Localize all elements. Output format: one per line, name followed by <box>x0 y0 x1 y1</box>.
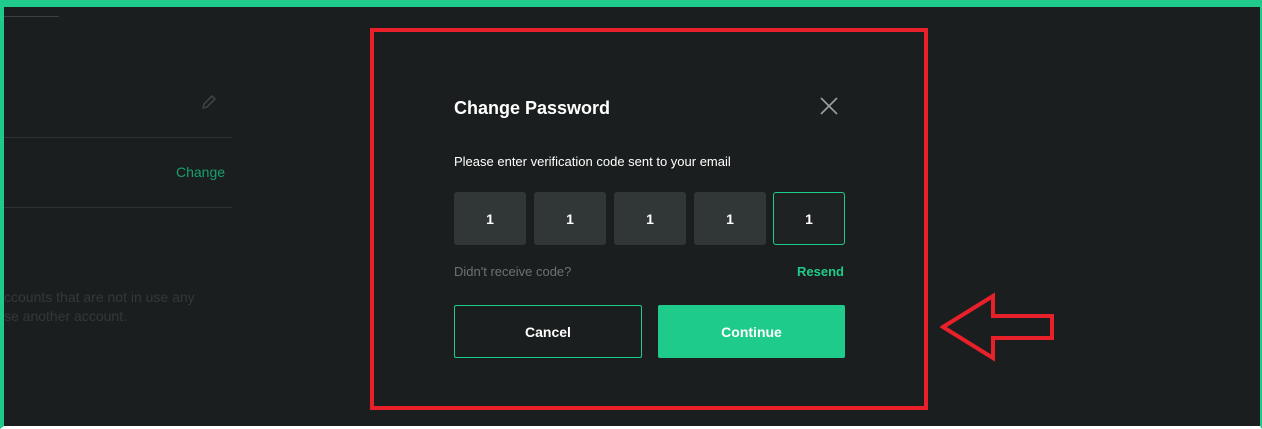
change-link[interactable]: Change <box>176 164 225 180</box>
close-icon[interactable] <box>818 95 840 117</box>
didnt-receive-text: Didn't receive code? <box>454 264 572 279</box>
continue-button[interactable]: Continue <box>658 305 845 358</box>
code-input-3[interactable]: 1 <box>614 192 686 245</box>
code-input-5[interactable]: 1 <box>773 192 845 245</box>
pencil-icon[interactable] <box>200 93 218 111</box>
row-divider <box>4 207 232 208</box>
code-input-4[interactable]: 1 <box>694 192 766 245</box>
account-note-line: se another account. <box>4 308 127 324</box>
change-password-modal: Change Password Please enter verificatio… <box>431 69 871 381</box>
row-divider <box>4 137 232 138</box>
arrow-left-icon <box>940 292 1054 362</box>
modal-title: Change Password <box>454 98 611 118</box>
code-input-1[interactable]: 1 <box>454 192 526 245</box>
code-input-2[interactable]: 1 <box>534 192 606 245</box>
top-divider <box>4 16 59 17</box>
modal-subtitle: Please enter verification code sent to y… <box>454 154 731 169</box>
account-note: ccounts that are not in use any se anoth… <box>4 288 244 326</box>
resend-link[interactable]: Resend <box>797 264 844 279</box>
settings-page-background: Change ccounts that are not in use any s… <box>4 7 1260 426</box>
cancel-button[interactable]: Cancel <box>454 305 642 358</box>
account-note-line: ccounts that are not in use any <box>4 289 195 305</box>
verification-code-inputs: 1 1 1 1 1 <box>454 192 845 245</box>
